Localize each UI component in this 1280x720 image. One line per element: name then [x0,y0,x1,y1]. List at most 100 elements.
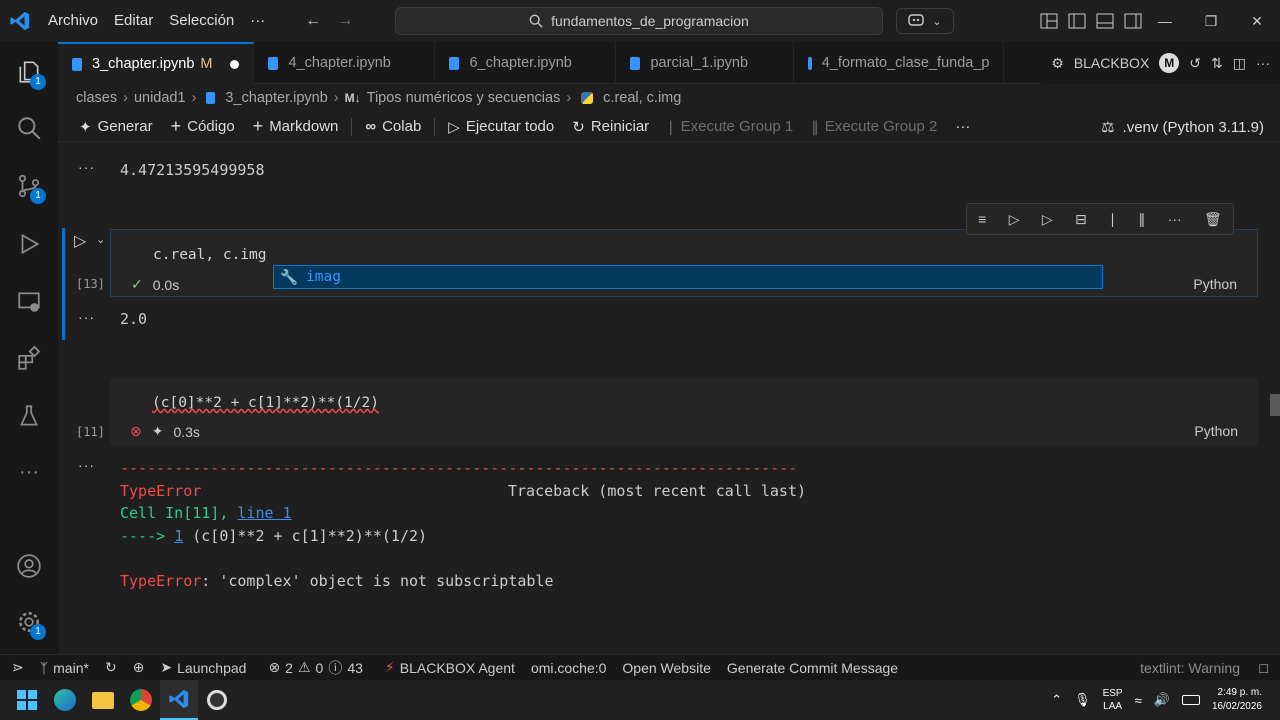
generate-commit-button[interactable]: Generate Commit Message [719,655,906,681]
split-editor-icon[interactable]: ◫ [1233,55,1246,72]
execute-group-1-button[interactable]: ∣ Execute Group 1 [658,112,802,142]
explorer-button[interactable]: 1 [0,48,58,96]
execute-below-icon[interactable]: ▷ [1042,211,1053,228]
branch-indicator[interactable]: ᛉ main* [32,655,97,681]
blackbox-label[interactable]: BLACKBOX [1074,55,1149,71]
run-by-line-icon[interactable]: ≡ [978,211,986,227]
command-center-search[interactable]: fundamentos_de_programacion [395,7,883,35]
menu-selection[interactable]: Selección [161,0,242,42]
breadcrumb-clases[interactable]: clases [76,90,117,106]
line-link[interactable]: line 1 [237,504,291,522]
toggle-secondary-sidebar-icon[interactable] [1124,13,1142,29]
breadcrumb-unidad1[interactable]: unidad1 [134,90,186,106]
run-debug-button[interactable] [0,220,58,268]
chevron-up-icon[interactable]: ⌃ [1051,692,1062,708]
clock[interactable]: 2:49 p. m. 16/02/2026 [1212,686,1262,714]
blackbox-m-icon[interactable]: M [1159,53,1180,73]
edge-app[interactable] [46,680,84,720]
testing-button[interactable] [0,392,58,440]
git-graph-button[interactable]: ⊕ [125,655,153,681]
tab-4-formato-clase[interactable]: 4_formato_clase_funda_p [794,42,1005,84]
accounts-button[interactable] [0,542,58,590]
more-views-icon[interactable]: ··· [0,448,58,496]
toolbar-more-button[interactable]: ··· [946,112,979,142]
breadcrumb-file[interactable]: 3_chapter.ipynb [225,90,327,106]
add-group-icon[interactable]: ∣ [1109,211,1116,228]
close-icon[interactable]: ✕ [1234,13,1280,30]
tab-3-chapter[interactable]: 3_chapter.ipynb M [58,42,255,84]
tab-parcial-1[interactable]: parcial_1.ipynb [616,42,795,84]
compare-icon[interactable]: ⇅ [1211,55,1223,72]
code-line[interactable]: (c[0]**2 + c[1]**2)**(1/2) [152,395,379,411]
restart-button[interactable]: ↻ Reiniciar [563,112,658,142]
open-website-button[interactable]: Open Website [614,655,718,681]
output-actions-icon[interactable]: ··· [78,457,95,473]
chrome-app[interactable] [122,680,160,720]
more-actions-icon[interactable]: ··· [1256,55,1270,71]
cell-language[interactable]: Python [1193,276,1237,292]
gear-icon[interactable]: ⚙ [1051,55,1064,72]
start-button[interactable] [8,680,46,720]
tab-6-chapter[interactable]: 6_chapter.ipynb [435,42,617,84]
execute-group-2-button[interactable]: ∥ Execute Group 2 [802,112,946,142]
line-number-link[interactable]: 1 [174,527,183,545]
generate-button[interactable]: ✦ Generar [70,112,162,142]
chevron-down-icon[interactable]: ⌄ [96,233,105,246]
code-line[interactable]: c.real, c.img [153,247,267,263]
output-actions-icon[interactable]: ··· [78,309,95,325]
extensions-button[interactable] [0,334,58,382]
coche-indicator[interactable]: omi.coche:0 [523,655,614,681]
copilot-button[interactable]: ⌄ [896,8,954,34]
customize-layout-icon[interactable] [1040,13,1058,29]
cell-language[interactable]: Python [1194,423,1238,439]
code-cell-11[interactable]: (c[0]**2 + c[1]**2)**(1/2) ⊗ ✦ 0.3s Pyth… [110,378,1258,446]
problems-indicator[interactable]: ⊗ 2 ⚠ 0 ⓘ 43 [260,655,370,681]
colab-button[interactable]: ∞ Colab [356,112,430,142]
delete-cell-icon[interactable]: 🗑 [1204,211,1222,228]
kernel-picker[interactable]: ⚖ .venv (Python 3.11.9) [1101,112,1264,142]
vscode-logo-icon[interactable] [0,0,40,42]
execute-above-icon[interactable]: ▷ [1009,211,1020,228]
blackbox-agent-button[interactable]: ⚡ BLACKBOX Agent [377,655,523,681]
microphone-icon[interactable]: 🎙 [1074,692,1091,708]
remote-indicator[interactable]: ⋗ [0,655,32,681]
input-language[interactable]: ESP LAA [1103,687,1123,713]
more-icon[interactable]: ··· [1168,211,1182,227]
menu-edit[interactable]: Editar [106,0,161,42]
obs-app[interactable] [198,680,236,720]
timeline-icon[interactable]: ↺ [1189,55,1201,72]
source-control-button[interactable]: 1 [0,162,58,210]
breadcrumb-section[interactable]: Tipos numéricos y secuencias [367,90,561,106]
remote-explorer-button[interactable] [0,278,58,326]
breadcrumb-cell[interactable]: c.real, c.img [603,90,681,106]
add-code-button[interactable]: + Código [162,112,244,142]
textlint-status[interactable]: textlint: Warning [1132,655,1248,681]
tab-4-chapter[interactable]: 4_chapter.ipynb [254,42,436,84]
autocomplete-suggestion[interactable]: 🔧 imag [273,265,1103,289]
menu-more[interactable]: ··· [242,0,273,42]
back-arrow-icon[interactable]: ← [297,12,329,30]
battery-icon[interactable] [1181,695,1200,705]
split-cell-icon[interactable]: ⊟ [1075,211,1087,228]
search-view-button[interactable] [0,104,58,152]
volume-icon[interactable]: 🔊 [1154,692,1170,708]
menu-file[interactable]: Archivo [40,0,106,42]
toggle-panel-icon[interactable] [1096,13,1114,29]
sync-button[interactable]: ↻ [97,655,125,681]
add-markdown-button[interactable]: + Markdown [244,112,348,142]
scrollbar-thumb[interactable] [1270,394,1280,416]
unsaved-dot-icon[interactable] [230,59,240,69]
file-explorer-app[interactable] [84,680,122,720]
toggle-primary-sidebar-icon[interactable] [1068,13,1086,29]
launchpad-button[interactable]: ➤ Launchpad [152,655,254,681]
notifications-button[interactable]: □ [1252,655,1276,681]
output-actions-icon[interactable]: ··· [78,159,95,175]
manage-button[interactable]: 1 [0,598,58,646]
run-cell-button[interactable]: ▷ [74,231,86,251]
run-all-button[interactable]: ▷ Ejecutar todo [439,112,563,142]
vscode-app[interactable] [160,680,198,720]
forward-arrow-icon[interactable]: → [329,12,361,30]
wifi-icon[interactable]: ≈ [1135,693,1142,708]
add-group-multi-icon[interactable]: ∥ [1138,211,1145,228]
minimize-icon[interactable]: — [1142,13,1188,29]
